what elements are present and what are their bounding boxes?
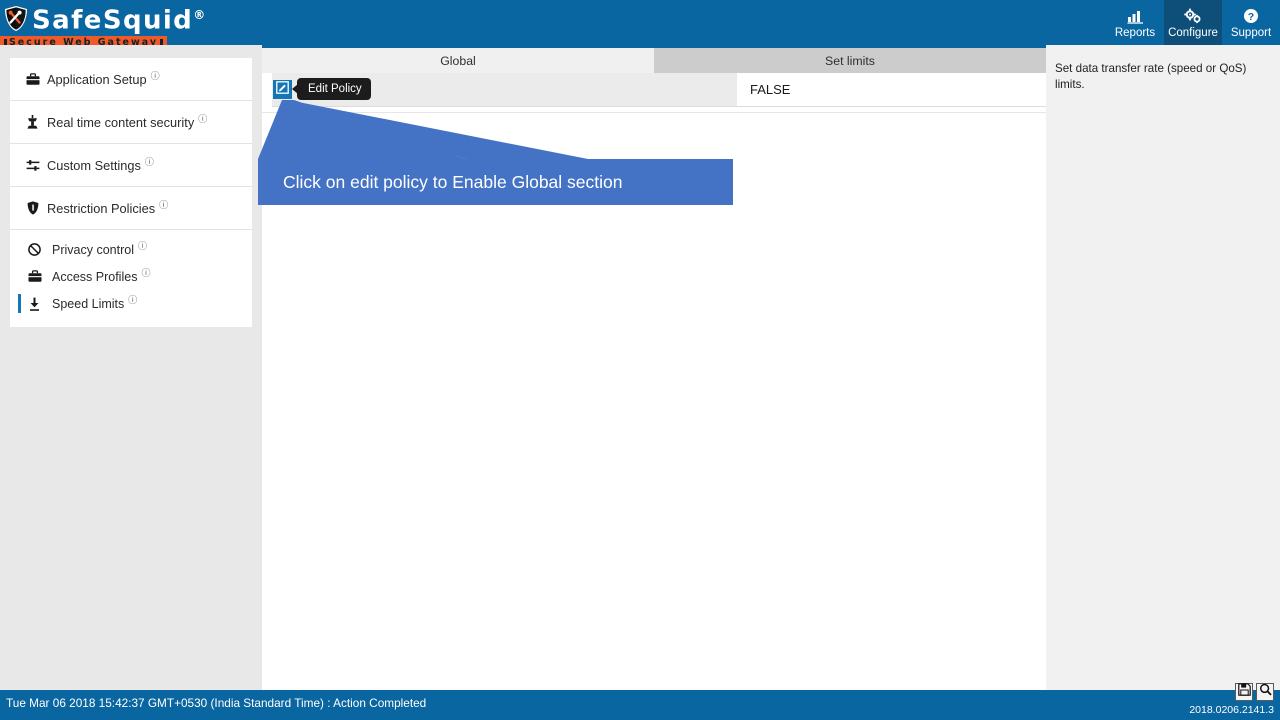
nav-item-support[interactable]: ? Support: [1222, 0, 1280, 45]
annotation-pointer-arrow: [258, 100, 588, 159]
briefcase-icon: [24, 72, 41, 86]
sidebar-item-restriction-policies[interactable]: Restriction Policies ⓘ: [10, 187, 252, 229]
magnifier-search-icon: [1259, 683, 1272, 701]
sidebar-item-access-profiles[interactable]: Access Profiles ⓘ: [10, 263, 252, 290]
tab-set-limits[interactable]: Set limits: [654, 48, 1046, 73]
help-badge-icon[interactable]: ⓘ: [128, 293, 137, 306]
status-footer: Tue Mar 06 2018 15:42:37 GMT+0530 (India…: [0, 690, 1280, 720]
sidebar-label-speed-limits: Speed Limits: [52, 296, 125, 311]
sidebar-item-speed-limits[interactable]: Speed Limits ⓘ: [10, 290, 252, 317]
chart-icon: [1127, 7, 1144, 25]
help-badge-icon[interactable]: ⓘ: [138, 239, 147, 252]
policy-value: FALSE: [750, 82, 791, 97]
help-text: Set data transfer rate (speed or QoS) li…: [1055, 62, 1247, 91]
nav-label-reports: Reports: [1114, 27, 1156, 39]
briefcase-icon: [26, 270, 43, 283]
nav-item-configure[interactable]: Configure: [1164, 0, 1222, 45]
annotation-text: Click on edit policy to Enable Global se…: [283, 171, 623, 192]
bottom-toolbar: [1235, 683, 1274, 701]
search-button[interactable]: [1256, 683, 1274, 701]
ban-circle-icon: [26, 243, 43, 256]
sidebar-group-policies: Privacy control ⓘ Access Profiles ⓘ Spee…: [10, 230, 252, 327]
annotation-callout: Click on edit policy to Enable Global se…: [258, 159, 733, 205]
tower-shield-icon: [24, 115, 41, 129]
tab-strip: Global Set limits: [262, 45, 1046, 73]
pencil-square-icon: [276, 80, 289, 99]
save-button[interactable]: [1235, 683, 1253, 701]
sidebar-item-privacy-control[interactable]: Privacy control ⓘ: [10, 236, 252, 263]
sidebar-label-real-time-content-security: Real time content security: [47, 114, 195, 130]
status-message: Tue Mar 06 2018 15:42:37 GMT+0530 (India…: [6, 696, 427, 710]
brand-logo[interactable]: SafeSquid® Secure Web Gateway: [0, 0, 300, 50]
sidebar-label-access-profiles: Access Profiles: [52, 269, 138, 284]
left-sidebar: Application Setup ⓘ Real time content se…: [0, 45, 262, 690]
nav-item-reports[interactable]: Reports: [1106, 0, 1164, 45]
sliders-icon: [24, 159, 41, 172]
right-help-panel: Set data transfer rate (speed or QoS) li…: [1046, 45, 1280, 690]
version-label: 2018.0206.2141.3: [1189, 704, 1274, 716]
gears-icon: [1184, 7, 1202, 25]
question-circle-icon: ?: [1243, 7, 1259, 25]
tab-global[interactable]: Global: [262, 48, 654, 73]
edit-policy-tooltip: Edit Policy: [292, 78, 371, 100]
brand-name: SafeSquid®: [32, 5, 206, 36]
floppy-save-icon: [1237, 683, 1251, 701]
registered-mark: ®: [193, 8, 206, 22]
sidebar-label-restriction-policies: Restriction Policies: [47, 200, 156, 216]
sidebar-group-restriction: Restriction Policies ⓘ: [10, 187, 252, 230]
edit-policy-button[interactable]: [273, 80, 292, 99]
sidebar-label-custom-settings: Custom Settings: [47, 157, 141, 173]
sidebar-item-custom-settings[interactable]: Custom Settings ⓘ: [10, 144, 252, 186]
sidebar-group-application: Application Setup ⓘ: [10, 58, 252, 101]
shield-tools-icon: [3, 5, 29, 32]
svg-text:?: ?: [1248, 11, 1254, 23]
shield-icon: [24, 201, 41, 215]
sidebar-item-real-time-content-security[interactable]: Real time content security ⓘ: [10, 101, 252, 143]
sidebar-label-privacy-control: Privacy control: [52, 242, 134, 257]
sidebar-group-realtime: Real time content security ⓘ: [10, 101, 252, 144]
help-badge-icon[interactable]: ⓘ: [159, 198, 168, 211]
help-badge-icon[interactable]: ⓘ: [151, 69, 160, 82]
sidebar-item-application-setup[interactable]: Application Setup ⓘ: [10, 58, 252, 100]
nav-label-support: Support: [1230, 27, 1272, 39]
sidebar-label-application-setup: Application Setup: [47, 71, 147, 87]
download-speed-icon: [26, 297, 43, 311]
brand-row: SafeSquid®: [0, 0, 300, 35]
app-header: SafeSquid® Secure Web Gateway Reports Co…: [0, 0, 1280, 50]
sidebar-group-custom: Custom Settings ⓘ: [10, 144, 252, 187]
nav-label-configure: Configure: [1168, 27, 1218, 39]
help-badge-icon[interactable]: ⓘ: [145, 155, 154, 168]
main-nav: Reports Configure ? Support: [1106, 0, 1280, 45]
help-badge-icon[interactable]: ⓘ: [198, 112, 207, 125]
help-badge-icon[interactable]: ⓘ: [141, 266, 150, 279]
application-window: SafeSquid® Secure Web Gateway Reports Co…: [0, 0, 1280, 720]
